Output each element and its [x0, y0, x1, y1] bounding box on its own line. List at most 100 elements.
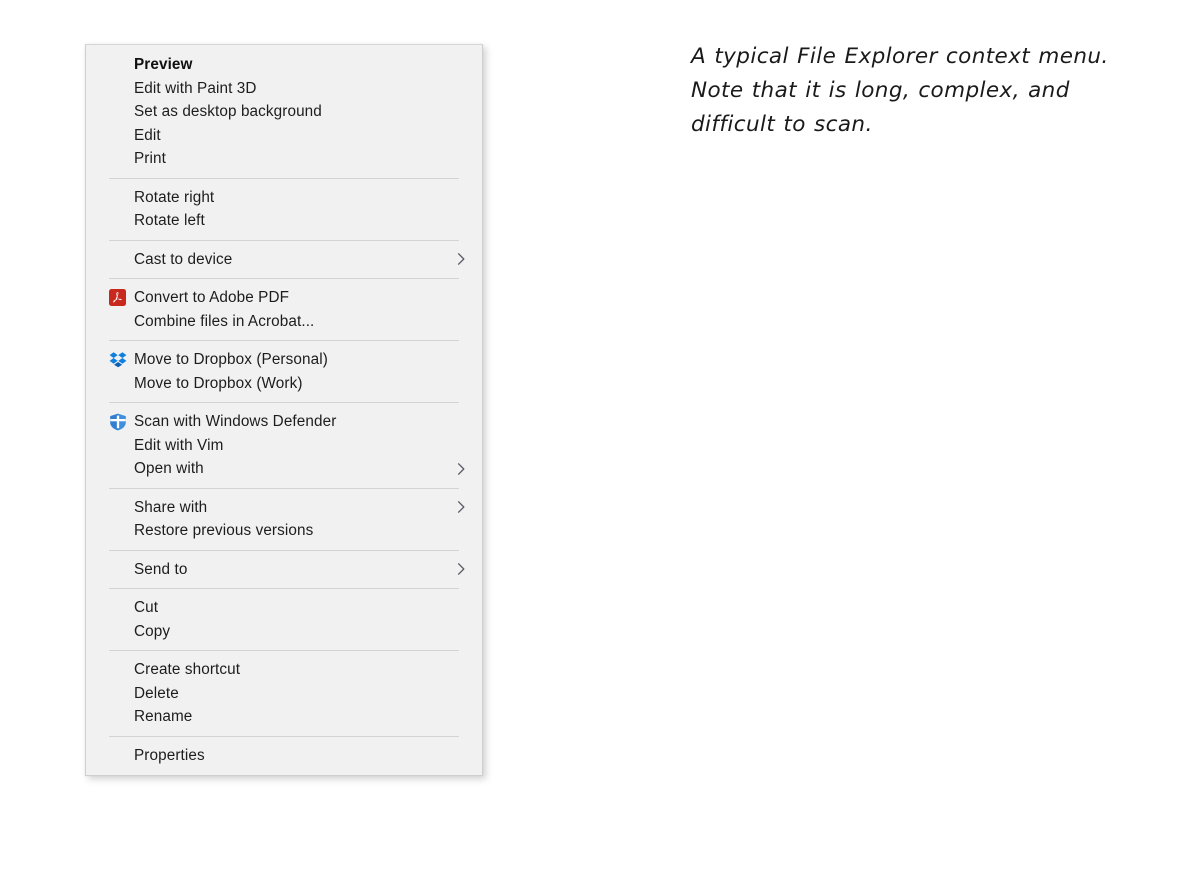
menu-item-label: Create shortcut	[134, 661, 241, 679]
menu-separator	[109, 588, 459, 589]
menu-item-label: Copy	[134, 622, 171, 640]
no-icon-spacer	[109, 55, 131, 75]
menu-item-label: Send to	[134, 560, 188, 578]
menu-group: Rotate right Rotate left	[86, 182, 482, 237]
no-icon-spacer	[109, 745, 131, 765]
menu-separator	[109, 402, 459, 403]
menu-item-label: Rename	[134, 708, 193, 726]
menu-item-rotate-right[interactable]: Rotate right	[86, 186, 482, 210]
menu-group: Convert to Adobe PDF Combine files in Acr…	[86, 282, 482, 337]
menu-item-edit-with-vim[interactable]: Edit with Vim	[86, 434, 482, 458]
menu-item-label: Print	[134, 150, 166, 168]
no-icon-spacer	[109, 435, 131, 455]
menu-item-label: Properties	[134, 746, 205, 764]
no-icon-spacer	[109, 187, 131, 207]
menu-item-label: Move to Dropbox (Work)	[134, 374, 303, 392]
no-icon-spacer	[109, 211, 131, 231]
menu-group: Cut Copy	[86, 592, 482, 647]
menu-item-label: Edit with Vim	[134, 436, 224, 454]
menu-item-properties[interactable]: Properties	[86, 744, 482, 768]
adobe-acrobat-icon	[109, 288, 131, 308]
menu-separator	[109, 735, 459, 737]
menu-separator	[109, 239, 459, 241]
menu-item-label: Cut	[134, 599, 159, 617]
menu-separator	[109, 549, 459, 551]
menu-group: Send to	[86, 554, 482, 586]
no-icon-spacer	[109, 707, 131, 727]
menu-item-label: Scan with Windows Defender	[134, 413, 337, 431]
no-icon-spacer	[109, 521, 131, 541]
menu-item-label: Preview	[134, 56, 193, 74]
no-icon-spacer	[109, 249, 131, 269]
menu-item-label: Convert to Adobe PDF	[134, 289, 290, 307]
menu-item-cut[interactable]: Cut	[86, 596, 482, 620]
no-icon-spacer	[109, 78, 131, 98]
menu-item-label: Set as desktop background	[134, 103, 322, 121]
menu-item-label: Move to Dropbox (Personal)	[134, 351, 328, 369]
windows-defender-shield-icon	[109, 412, 131, 432]
menu-item-cast-to-device[interactable]: Cast to device	[86, 248, 482, 272]
menu-separator	[109, 340, 459, 341]
menu-group: Preview Edit with Paint 3D Set as desktop …	[86, 49, 482, 175]
menu-item-edit[interactable]: Edit	[86, 124, 482, 148]
menu-item-restore-previous-versions[interactable]: Restore previous versions	[86, 519, 482, 543]
no-icon-spacer	[109, 125, 131, 145]
menu-item-label: Rotate right	[134, 188, 215, 206]
menu-item-move-to-dropbox-work[interactable]: Move to Dropbox (Work)	[86, 372, 482, 396]
menu-item-combine-files-in-acrobat[interactable]: Combine files in Acrobat...	[86, 310, 482, 334]
menu-item-preview[interactable]: Preview	[86, 53, 482, 77]
menu-item-delete[interactable]: Delete	[86, 682, 482, 706]
chevron-right-icon	[454, 562, 468, 576]
no-icon-spacer	[109, 102, 131, 122]
menu-item-label: Edit with Paint 3D	[134, 79, 257, 97]
menu-item-scan-with-windows-defender[interactable]: Scan with Windows Defender	[86, 410, 482, 434]
no-icon-spacer	[109, 598, 131, 618]
menu-item-label: Cast to device	[134, 250, 233, 268]
menu-group: Scan with Windows Defender Edit with Vim O…	[86, 406, 482, 485]
menu-separator	[109, 487, 459, 489]
no-icon-spacer	[109, 149, 131, 169]
menu-item-edit-with-paint-3d[interactable]: Edit with Paint 3D	[86, 77, 482, 101]
menu-group: Properties	[86, 740, 482, 772]
chevron-right-icon	[454, 252, 468, 266]
menu-group: Share with Restore previous versions	[86, 492, 482, 547]
menu-group: Create shortcut Delete Rename	[86, 654, 482, 733]
menu-item-convert-to-adobe-pdf[interactable]: Convert to Adobe PDF	[86, 286, 482, 310]
menu-item-label: Open with	[134, 460, 204, 478]
no-icon-spacer	[109, 311, 131, 331]
no-icon-spacer	[109, 660, 131, 680]
chevron-right-icon	[454, 500, 468, 514]
menu-item-move-to-dropbox-personal[interactable]: Move to Dropbox (Personal)	[86, 348, 482, 372]
annotation-line: difficult to scan.	[691, 112, 873, 137]
no-icon-spacer	[109, 683, 131, 703]
menu-item-label: Edit	[134, 126, 161, 144]
menu-item-create-shortcut[interactable]: Create shortcut	[86, 658, 482, 682]
menu-item-label: Rotate left	[134, 212, 205, 230]
annotation-caption: A typical File Explorer context menu. Not…	[691, 40, 1161, 142]
menu-item-label: Share with	[134, 498, 208, 516]
menu-item-share-with[interactable]: Share with	[86, 496, 482, 520]
menu-item-label: Restore previous versions	[134, 522, 314, 540]
no-icon-spacer	[109, 559, 131, 579]
no-icon-spacer	[109, 497, 131, 517]
menu-item-set-as-desktop-background[interactable]: Set as desktop background	[86, 100, 482, 124]
context-menu[interactable]: Preview Edit with Paint 3D Set as desktop …	[85, 44, 483, 776]
no-icon-spacer	[109, 459, 131, 479]
menu-separator	[109, 278, 459, 279]
menu-item-copy[interactable]: Copy	[86, 620, 482, 644]
chevron-right-icon	[454, 462, 468, 476]
menu-item-rotate-left[interactable]: Rotate left	[86, 209, 482, 233]
menu-separator	[109, 177, 459, 179]
annotation-line: A typical File Explorer context menu.	[691, 44, 1109, 69]
menu-item-open-with[interactable]: Open with	[86, 457, 482, 481]
menu-group: Move to Dropbox (Personal) Move to Dropbo…	[86, 344, 482, 399]
dropbox-icon	[109, 350, 131, 370]
menu-separator	[109, 650, 459, 651]
menu-item-rename[interactable]: Rename	[86, 705, 482, 729]
menu-item-label: Delete	[134, 684, 179, 702]
annotation-line: Note that it is long, complex, and	[691, 78, 1070, 103]
no-icon-spacer	[109, 621, 131, 641]
menu-item-print[interactable]: Print	[86, 147, 482, 171]
menu-item-send-to[interactable]: Send to	[86, 558, 482, 582]
menu-item-label: Combine files in Acrobat...	[134, 312, 315, 330]
